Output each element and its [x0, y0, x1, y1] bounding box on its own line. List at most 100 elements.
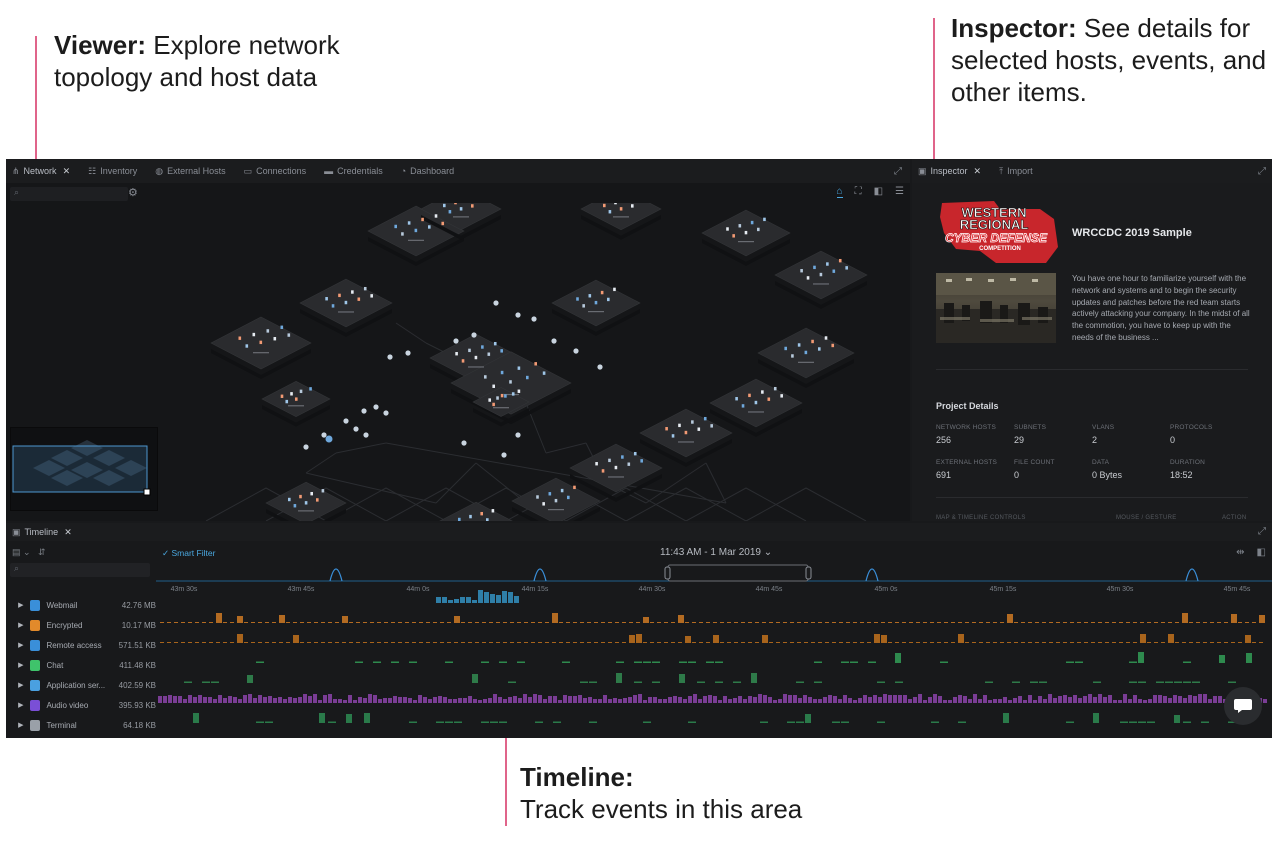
filter-list-icon[interactable]: ☰	[895, 186, 904, 198]
activity-bar[interactable]	[664, 642, 668, 643]
activity-bar[interactable]	[1245, 622, 1249, 623]
activity-bar[interactable]	[283, 699, 287, 703]
activity-bar[interactable]	[167, 642, 171, 643]
activity-bar[interactable]	[818, 642, 822, 643]
host-node[interactable]	[428, 225, 431, 229]
activity-bar[interactable]	[223, 622, 227, 623]
activity-bar[interactable]	[818, 699, 822, 703]
activity-bar[interactable]	[944, 622, 948, 623]
activity-bar[interactable]	[1058, 696, 1062, 703]
activity-bar[interactable]	[568, 696, 572, 703]
host-node[interactable]	[826, 262, 829, 266]
activity-bar[interactable]	[1049, 622, 1053, 623]
host-node[interactable]	[370, 294, 373, 298]
host-node[interactable]	[838, 258, 842, 263]
activity-bar[interactable]	[202, 681, 210, 684]
host-node[interactable]	[567, 495, 570, 500]
activity-bar[interactable]	[490, 594, 495, 603]
activity-bar[interactable]	[483, 699, 487, 703]
timeline-category-row[interactable]: ▶ Remote access 571.51 KB	[6, 635, 156, 655]
host-node[interactable]	[627, 462, 631, 466]
activity-bar[interactable]	[193, 713, 199, 723]
activity-bar[interactable]	[538, 695, 542, 703]
host-node[interactable]	[280, 325, 284, 329]
activity-bar[interactable]	[286, 622, 290, 623]
activity-bar[interactable]	[1093, 697, 1097, 703]
activity-bar[interactable]	[478, 700, 482, 703]
layers-icon[interactable]: ◧	[1257, 547, 1266, 558]
activity-bar[interactable]	[706, 642, 710, 643]
activity-bar[interactable]	[288, 697, 292, 703]
activity-bar[interactable]	[1084, 642, 1088, 643]
activity-bar[interactable]	[615, 642, 619, 643]
activity-bar[interactable]	[678, 697, 682, 703]
host-node[interactable]	[459, 207, 463, 211]
host-node[interactable]	[299, 494, 302, 499]
expand-triangle-icon[interactable]: ▶	[14, 721, 28, 729]
activity-bar[interactable]	[398, 622, 402, 623]
activity-bar[interactable]	[958, 634, 964, 643]
activity-bar[interactable]	[1023, 700, 1027, 703]
activity-bar[interactable]	[1083, 696, 1087, 703]
activity-bar[interactable]	[293, 698, 297, 703]
activity-bar[interactable]	[578, 695, 582, 703]
host-node[interactable]	[458, 517, 461, 521]
tab-inventory[interactable]: ☷ Inventory	[82, 159, 149, 183]
activity-bar[interactable]	[601, 622, 605, 623]
activity-bar[interactable]	[706, 622, 710, 623]
activity-bar[interactable]	[940, 661, 948, 664]
host-node[interactable]	[741, 404, 745, 408]
host-node[interactable]	[461, 359, 465, 363]
host-node[interactable]	[576, 297, 579, 301]
host-node[interactable]	[780, 394, 783, 398]
activity-bar[interactable]	[1000, 642, 1004, 643]
activity-bar[interactable]	[208, 697, 212, 703]
activity-bar[interactable]	[613, 698, 617, 703]
activity-bar[interactable]	[738, 696, 742, 703]
activity-bar[interactable]	[566, 642, 570, 643]
activity-bar[interactable]	[265, 642, 269, 643]
activity-bar[interactable]	[938, 696, 942, 703]
activity-bar[interactable]	[1091, 622, 1095, 623]
host-node[interactable]	[471, 332, 477, 338]
activity-bar[interactable]	[703, 696, 707, 703]
activity-bar[interactable]	[1196, 642, 1200, 643]
activity-bar[interactable]	[160, 622, 164, 623]
activity-bar[interactable]	[776, 642, 780, 643]
activity-bar[interactable]	[708, 695, 712, 703]
activity-bar[interactable]	[398, 697, 402, 703]
host-node[interactable]	[373, 404, 379, 410]
activity-bar[interactable]	[1138, 681, 1146, 684]
activity-bar[interactable]	[733, 698, 737, 703]
tab-external-hosts[interactable]: ◍ External Hosts	[149, 159, 237, 183]
activity-bar[interactable]	[545, 622, 549, 623]
activity-bar[interactable]	[1048, 694, 1052, 703]
activity-bar[interactable]	[538, 642, 542, 643]
activity-bar[interactable]	[985, 681, 993, 684]
host-node[interactable]	[383, 410, 389, 416]
activity-bar[interactable]	[230, 622, 234, 623]
host-node[interactable]	[684, 430, 688, 435]
host-node[interactable]	[238, 336, 242, 340]
activity-bar[interactable]	[319, 713, 325, 723]
host-node[interactable]	[266, 329, 270, 333]
activity-bar[interactable]	[1158, 695, 1162, 703]
activity-bar[interactable]	[797, 622, 801, 623]
activity-bar[interactable]	[373, 661, 381, 664]
minimap-viewport[interactable]	[12, 445, 148, 493]
activity-bar[interactable]	[1178, 696, 1182, 703]
activity-bar[interactable]	[1203, 622, 1207, 623]
activity-bar[interactable]	[412, 642, 416, 643]
activity-bar[interactable]	[1138, 652, 1144, 663]
activity-bar[interactable]	[1129, 661, 1137, 664]
activity-bar[interactable]	[279, 642, 283, 643]
host-node[interactable]	[573, 348, 579, 354]
activity-bar[interactable]	[1173, 695, 1177, 703]
activity-bar[interactable]	[1138, 699, 1142, 703]
activity-bar[interactable]	[443, 697, 447, 703]
activity-bar[interactable]	[895, 681, 903, 684]
activity-bar[interactable]	[1118, 700, 1122, 703]
activity-bar[interactable]	[1012, 681, 1020, 684]
activity-bar[interactable]	[1263, 699, 1267, 703]
activity-bar[interactable]	[762, 635, 768, 643]
